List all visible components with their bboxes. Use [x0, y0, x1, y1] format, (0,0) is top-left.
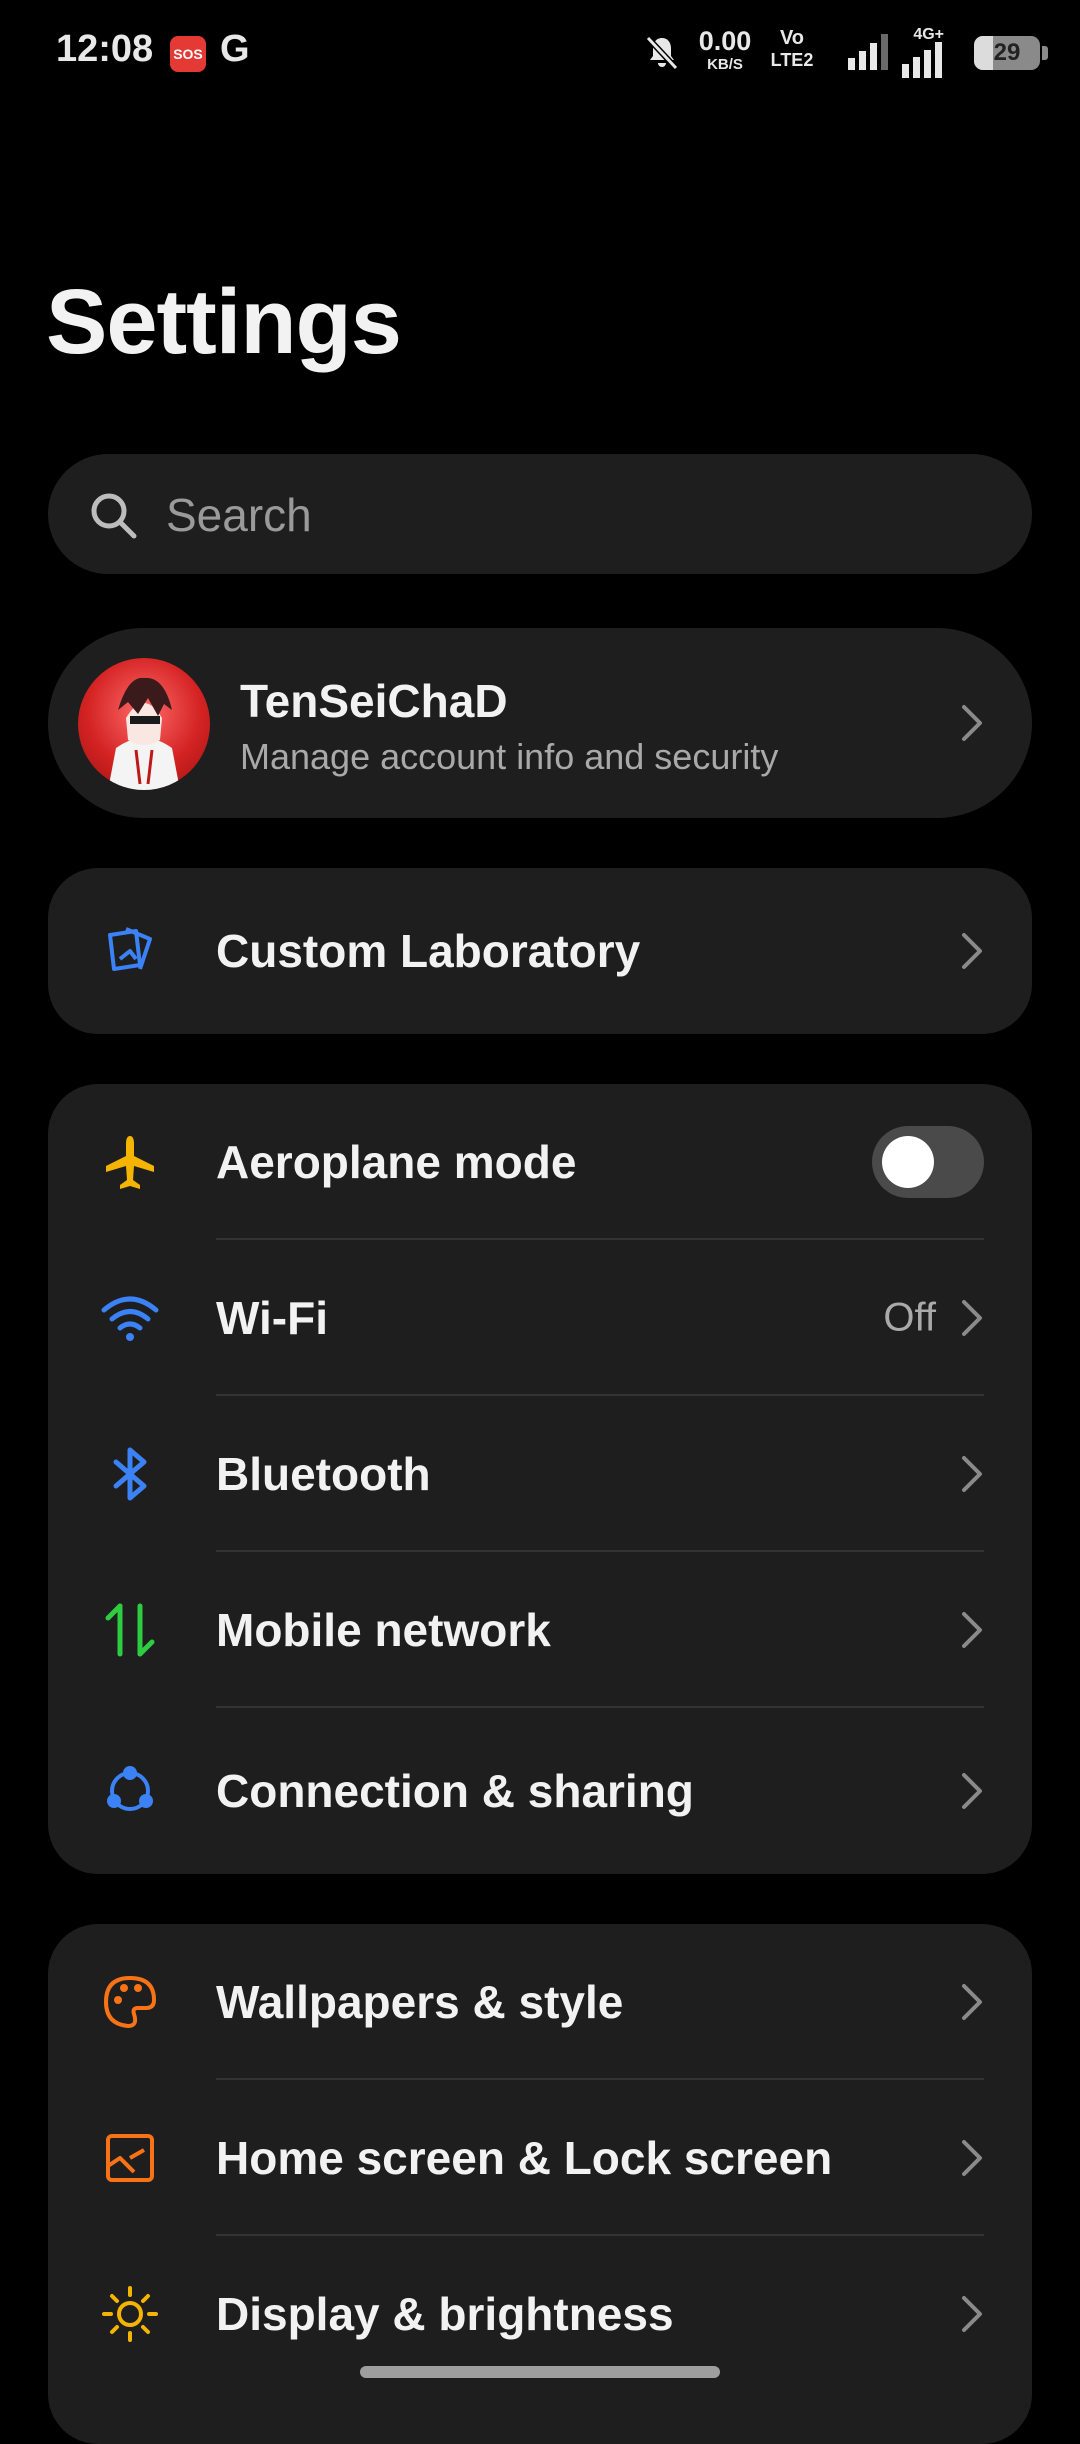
settings-item-label: Wallpapers & style — [216, 1976, 624, 2028]
signal-icon-sim1 — [848, 34, 888, 70]
chevron-right-icon — [962, 1984, 982, 2020]
settings-item-label: Display & brightness — [216, 2288, 674, 2340]
volte-top: Vo — [779, 27, 805, 49]
custom-laboratory-icon — [108, 927, 152, 971]
search-bar[interactable]: Search — [48, 454, 1032, 574]
settings-item-wallpapers-style[interactable]: Wallpapers & style — [48, 1924, 1032, 2080]
google-icon: G — [220, 28, 250, 70]
settings-item-home-lock-screen[interactable]: Home screen & Lock screen — [48, 2080, 1032, 2236]
chevron-right-icon — [962, 2296, 982, 2332]
battery-tip — [1042, 46, 1048, 60]
wifi-status: Off — [883, 1295, 936, 1340]
status-bar: 12:08 SOS G 0.00 KB/S Vo LTE2 4G+ 29 — [0, 0, 1080, 110]
page-title: Settings — [46, 271, 402, 373]
settings-item-aeroplane-mode[interactable]: Aeroplane mode — [48, 1084, 1032, 1240]
account-subtitle: Manage account info and security — [240, 736, 779, 777]
sos-icon: SOS — [170, 36, 206, 72]
settings-item-label: Connection & sharing — [216, 1765, 694, 1817]
settings-item-mobile-network[interactable]: Mobile network — [48, 1552, 1032, 1708]
network-speed: 0.00 KB/S — [692, 26, 758, 73]
mute-bell-icon — [645, 35, 679, 71]
status-time: 12:08 — [56, 28, 154, 70]
volte-bottom: LTE2 — [770, 50, 814, 70]
bluetooth-icon — [113, 1447, 147, 1501]
search-placeholder: Search — [166, 489, 312, 541]
connectivity-card: Aeroplane mode Wi-Fi Off Bluetooth Mobil… — [48, 1084, 1032, 1874]
palette-icon — [104, 1976, 156, 2028]
sun-icon — [102, 2286, 158, 2342]
settings-item-label: Mobile network — [216, 1604, 551, 1656]
settings-item-wifi[interactable]: Wi-Fi Off — [48, 1240, 1032, 1396]
volte-indicator: Vo LTE2 — [766, 28, 818, 69]
search-icon — [91, 493, 137, 539]
account-name: TenSeiChaD — [240, 675, 508, 727]
aeroplane-mode-toggle[interactable] — [872, 1126, 984, 1198]
settings-item-connection-sharing[interactable]: Connection & sharing — [48, 1708, 1032, 1874]
network-speed-value: 0.00 — [698, 26, 752, 56]
avatar — [78, 658, 210, 790]
signal-icon-sim2 — [902, 42, 942, 78]
mobile-data-icon — [105, 1603, 155, 1657]
settings-item-label: Aeroplane mode — [216, 1136, 577, 1188]
chevron-right-icon — [962, 1456, 982, 1492]
battery-level: 29 — [993, 39, 1021, 66]
settings-item-custom-laboratory[interactable]: Custom Laboratory — [48, 868, 1032, 1034]
chevron-right-icon — [962, 933, 982, 969]
home-lock-screen-icon — [106, 2134, 154, 2182]
toggle-knob — [882, 1136, 934, 1188]
chevron-right-icon — [962, 1773, 982, 1809]
battery-icon: 29 — [974, 36, 1040, 70]
custom-laboratory-card: Custom Laboratory — [48, 868, 1032, 1034]
settings-item-label: Home screen & Lock screen — [216, 2132, 833, 2184]
airplane-icon — [106, 1136, 154, 1189]
chevron-right-icon — [962, 1612, 982, 1648]
chevron-right-icon — [962, 2140, 982, 2176]
chevron-right-icon — [962, 1300, 982, 1336]
settings-item-label: Bluetooth — [216, 1448, 431, 1500]
account-card[interactable]: TenSeiChaD Manage account info and secur… — [48, 628, 1032, 818]
home-indicator[interactable] — [360, 2366, 720, 2378]
chevron-right-icon — [962, 705, 982, 741]
settings-item-label: Custom Laboratory — [216, 925, 641, 977]
network-speed-unit: KB/S — [707, 56, 743, 73]
settings-item-label: Wi-Fi — [216, 1292, 328, 1344]
share-icon — [107, 1766, 153, 1811]
wifi-icon — [101, 1296, 159, 1341]
settings-item-bluetooth[interactable]: Bluetooth — [48, 1396, 1032, 1552]
